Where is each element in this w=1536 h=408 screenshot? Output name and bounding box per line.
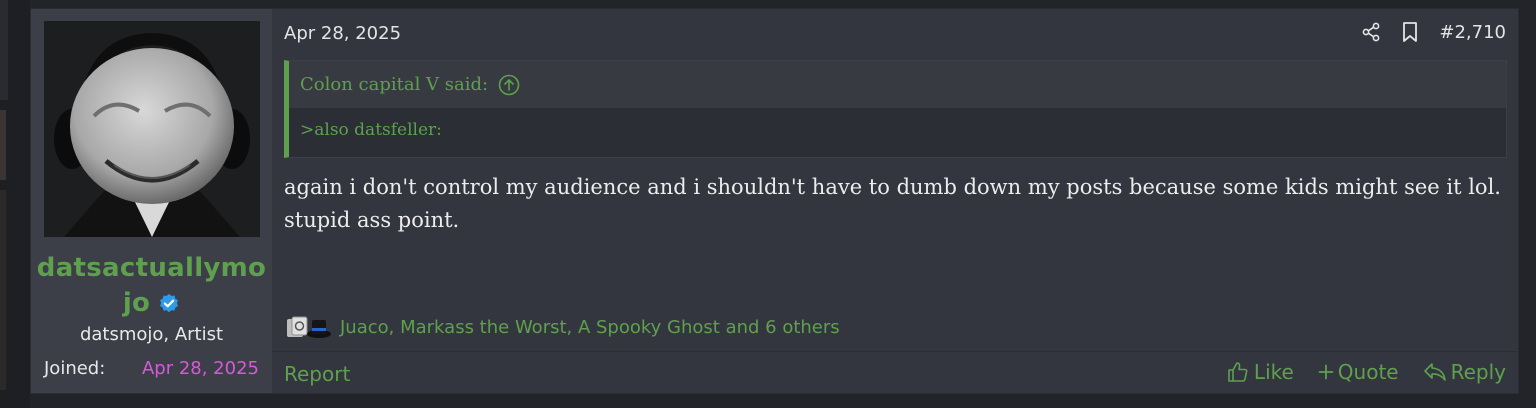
bookmark-icon[interactable] <box>1401 21 1419 43</box>
edge-fragment <box>0 0 8 100</box>
reaction-icons <box>284 314 332 340</box>
joined-label: Joined: <box>44 358 106 379</box>
forum-post: datsactuallymo jo datsmojo, Artist Joine… <box>30 8 1519 394</box>
edge-fragment <box>0 190 6 390</box>
report-link[interactable]: Report <box>284 362 350 386</box>
post-number[interactable]: #2,710 <box>1439 22 1506 43</box>
page-left-edge <box>0 0 30 408</box>
edge-fragment <box>0 110 6 180</box>
post-main: Apr 28, 2025 #2,710 Colon capital V said… <box>272 9 1518 393</box>
joined-date: Apr 28, 2025 <box>141 358 259 379</box>
reply-icon <box>1423 363 1446 381</box>
post-top-actions: #2,710 <box>1361 21 1506 43</box>
user-title: datsmojo, Artist <box>79 324 224 345</box>
like-label: Like <box>1253 360 1294 384</box>
post-message: again i don't control my audience and i … <box>284 175 1501 232</box>
reactions-bar[interactable]: Juaco, Markass the Worst, A Spooky Ghost… <box>284 314 840 340</box>
quote-block: Colon capital V said: >also datsfeller: <box>284 60 1507 158</box>
like-icon <box>1228 362 1248 382</box>
like-button[interactable]: Like <box>1226 360 1294 384</box>
quote-button[interactable]: Quote <box>1318 360 1399 384</box>
post-date[interactable]: Apr 28, 2025 <box>284 23 401 44</box>
reactions-text[interactable]: Juaco, Markass the Worst, A Spooky Ghost… <box>340 317 840 338</box>
quote-text: >also datsfeller: <box>300 120 442 140</box>
arrow-up-circle-icon[interactable] <box>498 74 520 96</box>
reply-label: Reply <box>1450 360 1506 384</box>
reaction-icon <box>307 320 331 338</box>
footer-actions: Like Quote Reply <box>1226 360 1506 384</box>
quote-header: Colon capital V said: <box>289 61 1506 108</box>
username[interactable]: datsactuallymo jo <box>31 251 272 321</box>
quote-author[interactable]: Colon capital V said: <box>300 74 488 95</box>
post-footer: Report Like Quote Reply <box>272 351 1518 394</box>
quote-label: Quote <box>1337 360 1399 384</box>
avatar[interactable] <box>44 21 260 237</box>
avatar-image <box>44 21 260 237</box>
user-info-column: datsactuallymo jo datsmojo, Artist Joine… <box>31 9 272 393</box>
verified-badge-icon <box>160 293 179 312</box>
share-icon[interactable] <box>1361 22 1381 42</box>
plus-icon <box>1318 364 1334 380</box>
username-line-2: jo <box>122 288 151 318</box>
username-line-2-wrap: jo <box>123 286 180 321</box>
reply-button[interactable]: Reply <box>1423 360 1506 384</box>
username-line-1: datsactuallymo <box>36 253 267 283</box>
